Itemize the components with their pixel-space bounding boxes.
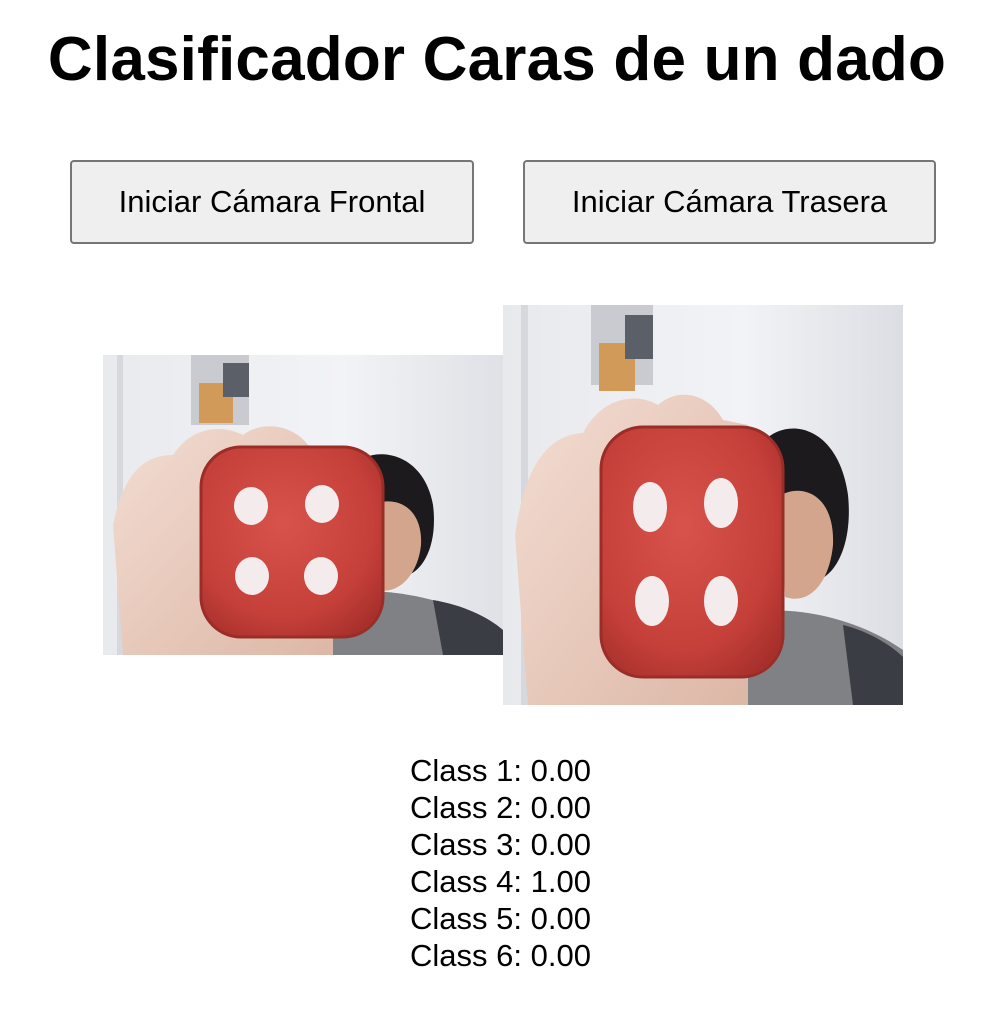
result-label: Class 2: [410,790,522,825]
webcam-photo-die-four-zoomed [503,305,903,705]
page-title: Clasificador Caras de un dado [47,25,947,94]
result-label: Class 4: [410,864,522,899]
back-camera-feed [503,305,903,705]
result-label: Class 5: [410,901,522,936]
result-class-1: Class 1: 0.00 [410,752,591,789]
front-camera-feed [103,355,503,655]
result-class-6: Class 6: 0.00 [410,937,591,974]
result-class-2: Class 2: 0.00 [410,789,591,826]
result-value: 0.00 [530,753,591,788]
result-label: Class 3: [410,827,522,862]
result-class-5: Class 5: 0.00 [410,900,591,937]
start-back-camera-button[interactable]: Iniciar Cámara Trasera [523,160,936,244]
result-class-3: Class 3: 0.00 [410,826,591,863]
webcam-photo-die-four [103,355,503,655]
result-label: Class 1: [410,753,522,788]
result-value: 0.00 [530,827,591,862]
result-value: 1.00 [530,864,591,899]
start-front-camera-button[interactable]: Iniciar Cámara Frontal [70,160,474,244]
result-value: 0.00 [530,901,591,936]
result-label: Class 6: [410,938,522,973]
result-value: 0.00 [530,938,591,973]
page: Clasificador Caras de un dado Iniciar Cá… [0,0,994,1017]
result-class-4: Class 4: 1.00 [410,863,591,900]
result-value: 0.00 [530,790,591,825]
classification-results: Class 1: 0.00 Class 2: 0.00 Class 3: 0.0… [410,752,591,974]
